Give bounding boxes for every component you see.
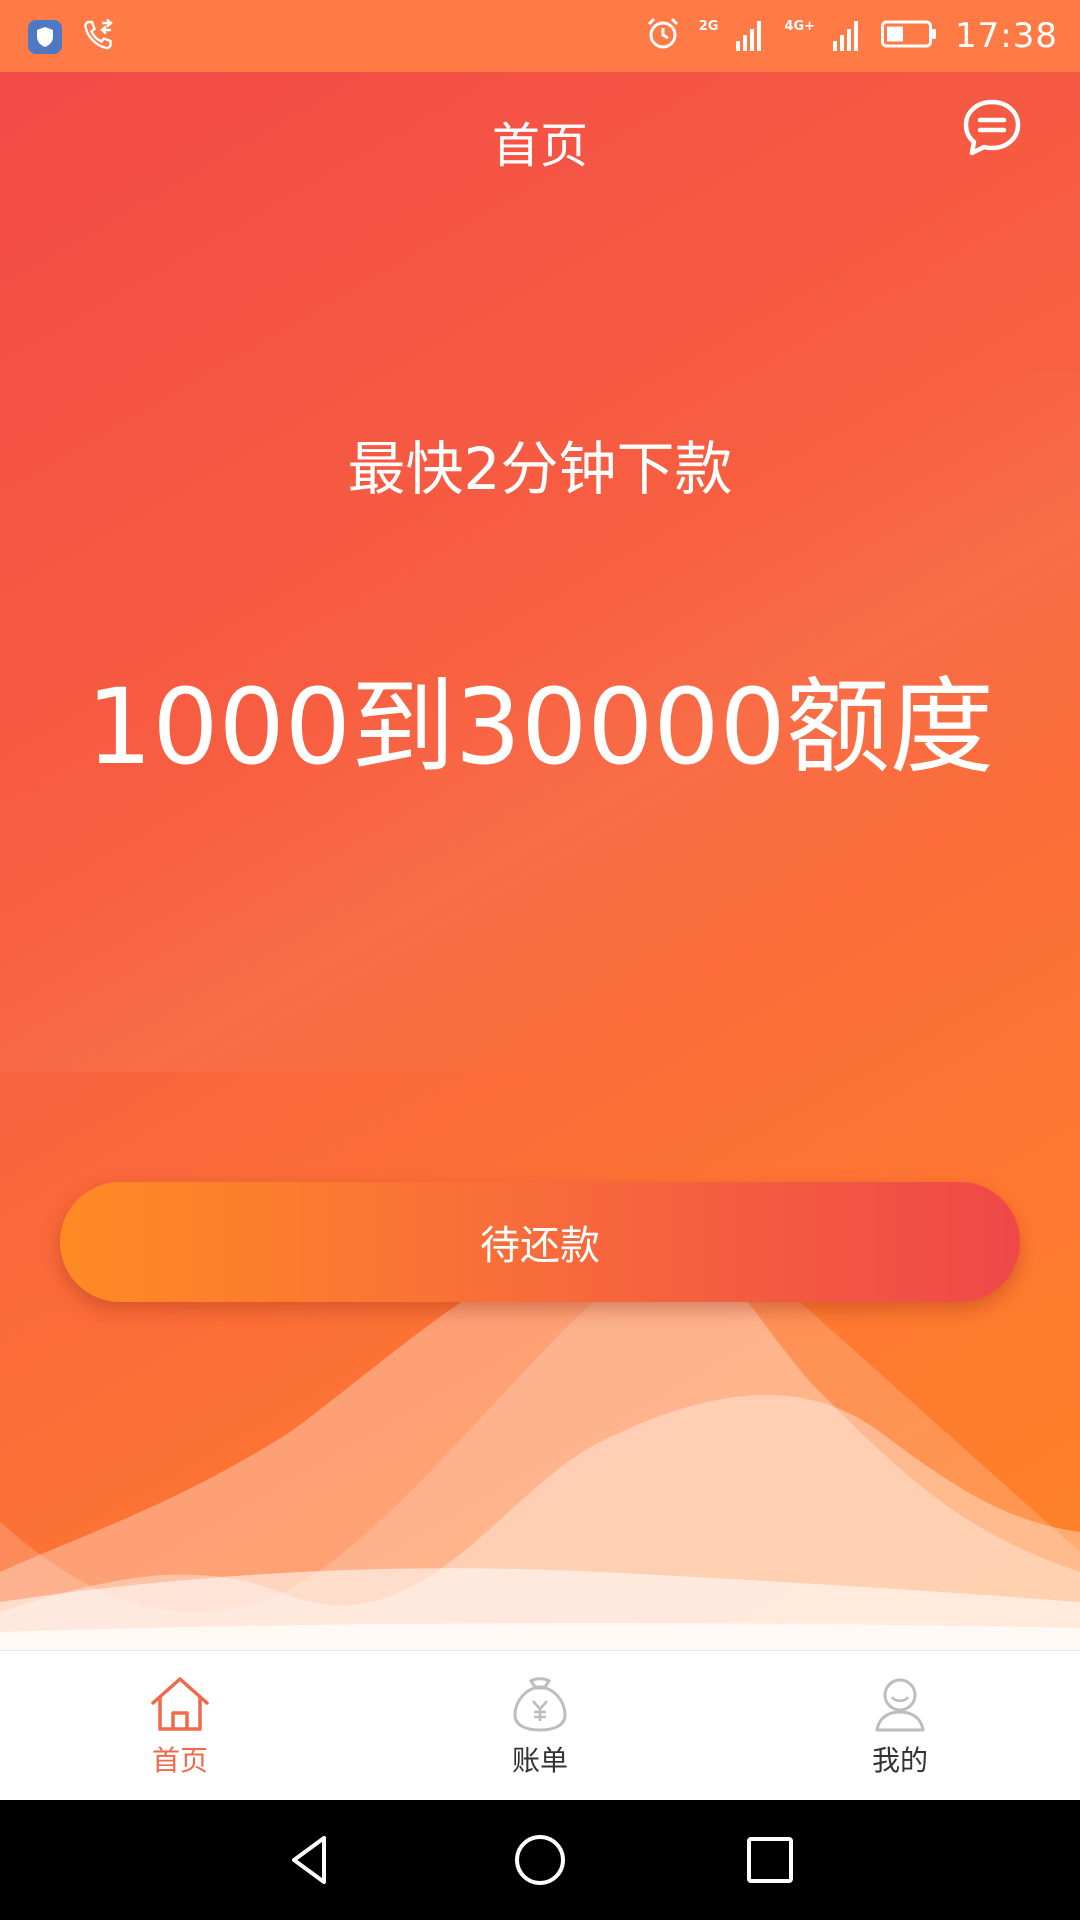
credit-amount: 1000到30000额度 [86, 666, 994, 788]
message-icon[interactable] [962, 98, 1022, 158]
app-screen: 2G 4G+ 17:38 首页 最快2分钟下款 1000到30000额度 待还款… [0, 0, 1080, 1920]
alarm-icon [645, 16, 681, 56]
signal-strength-icon [736, 17, 766, 55]
tab-label-profile: 我的 [871, 1744, 928, 1777]
tab-profile[interactable]: 我的 [720, 1651, 1080, 1801]
status-left [28, 18, 116, 56]
network-label-2g: 2G [698, 18, 719, 34]
tab-label-bills: 账单 [511, 1744, 568, 1777]
money-bag-icon [513, 1677, 567, 1732]
system-navigation-bar [0, 1800, 1080, 1920]
security-shield-icon [28, 20, 62, 54]
status-bar: 2G 4G+ 17:38 [0, 0, 1080, 72]
tab-bills[interactable]: 账单 [360, 1651, 720, 1801]
page-title: 首页 [491, 118, 588, 174]
home-icon [151, 1677, 209, 1731]
tab-label-home: 首页 [151, 1744, 208, 1777]
status-time: 17:38 [955, 16, 1058, 56]
home-circle-icon[interactable] [510, 1830, 570, 1890]
battery-icon [881, 19, 937, 53]
decorative-waves [0, 1272, 1080, 1650]
bottom-tab-bar: 首页 账单 我的 [0, 1650, 1080, 1801]
network-label-4g: 4G+ [784, 18, 816, 34]
recents-square-icon[interactable] [740, 1830, 800, 1890]
status-right: 2G 4G+ 17:38 [645, 14, 1058, 58]
call-forward-icon [82, 18, 116, 56]
user-icon [875, 1678, 925, 1732]
hero-banner: 首页 最快2分钟下款 1000到30000额度 待还款 [0, 72, 1080, 1650]
hero-subtitle: 最快2分钟下款 [347, 435, 733, 503]
signal-strength-icon-2 [833, 17, 863, 55]
tab-home[interactable]: 首页 [0, 1651, 360, 1801]
pending-repayment-button[interactable]: 待还款 [60, 1182, 1020, 1302]
back-triangle-icon[interactable] [280, 1830, 340, 1890]
